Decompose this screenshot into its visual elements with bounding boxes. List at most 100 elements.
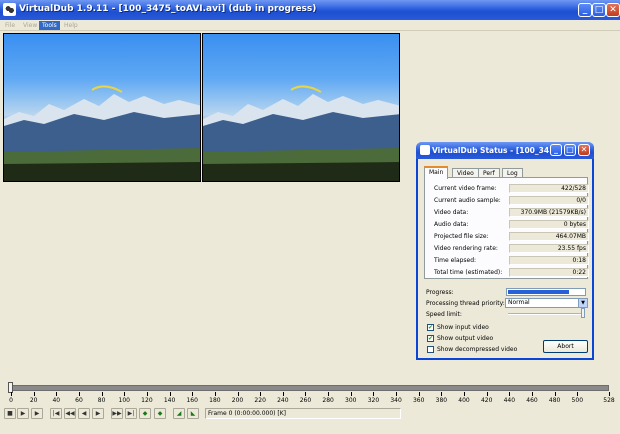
maximize-button[interactable]: □ [592, 3, 606, 17]
timeline-tick-label: 480 [548, 397, 561, 404]
stat-value: 0:18 [509, 256, 589, 265]
timeline-tick-label: 420 [480, 397, 493, 404]
tab-main[interactable]: Main [424, 166, 449, 179]
stat-row: Current video frame: 422/528 [434, 184, 589, 194]
show-input-video-checkbox[interactable]: ✔ [427, 324, 434, 331]
play-output-button[interactable]: ▶ [31, 408, 43, 419]
stat-label: Time elapsed: [434, 257, 477, 264]
stat-value: 0 bytes [509, 220, 589, 229]
stat-value: 0/0 [509, 196, 589, 205]
timeline-tick-label: 340 [390, 397, 402, 404]
timeline-tick [124, 392, 126, 396]
timeline-tick [101, 392, 103, 396]
timeline-tick-label: 460 [526, 397, 538, 404]
timeline-tick [328, 392, 330, 396]
timeline-track[interactable] [9, 385, 609, 391]
progress-fill [508, 290, 569, 294]
landscape-image [4, 85, 200, 181]
stat-value: 464.07MB [509, 232, 589, 241]
timeline-tick-label: 40 [52, 397, 61, 404]
virtualdub-app-icon[interactable] [3, 3, 16, 16]
next-button[interactable]: ▶ [92, 408, 104, 419]
output-video-pane[interactable] [202, 33, 400, 182]
timeline-tick [282, 392, 284, 396]
speed-limit-thumb[interactable] [581, 308, 585, 318]
menu-tools[interactable]: Tools [39, 21, 60, 30]
timeline-tick [214, 392, 216, 396]
priority-select[interactable]: Normal ▼ [505, 298, 588, 308]
show-decompressed-video-checkbox[interactable] [427, 346, 434, 353]
stat-label: Video rendering rate: [434, 245, 498, 252]
mark-out-button[interactable]: ◣ [187, 408, 199, 419]
stat-value: 0:22 [509, 268, 589, 277]
timeline-tick-label: 400 [458, 397, 470, 404]
speed-limit-slider[interactable] [508, 313, 584, 315]
timeline-tick [554, 392, 556, 396]
menu-bar: File View Tools Help [0, 20, 620, 31]
timeline-tick-label: 528 [603, 397, 615, 404]
next-key-button[interactable]: ▶▶ [111, 408, 123, 419]
dialog-close-button[interactable]: ✕ [578, 144, 590, 156]
menu-help[interactable]: Help [61, 21, 81, 30]
start-button[interactable]: |◀ [50, 408, 62, 419]
timeline-tick-label: 120 [141, 397, 153, 404]
virtualdub-app-icon[interactable] [420, 145, 430, 155]
timeline-tick [441, 392, 443, 396]
timeline-tick [260, 392, 262, 396]
speed-limit-label: Speed limit: [426, 311, 462, 318]
stat-row: Current audio sample: 0/0 [434, 196, 589, 206]
show-decompressed-video-label[interactable]: Show decompressed video [437, 346, 517, 353]
stop-button[interactable]: ■ [4, 408, 16, 419]
close-button[interactable]: ✕ [606, 3, 620, 17]
timeline-tick-label: 380 [435, 397, 448, 404]
timeline-tick [237, 392, 239, 396]
timeline-tick-label: 0 [9, 397, 13, 404]
timeline-tick [464, 392, 466, 396]
timeline-tick [146, 392, 148, 396]
stat-row: Projected file size: 464.07MB [434, 232, 589, 242]
priority-label: Processing thread priority: [426, 300, 505, 307]
timeline-tick [509, 392, 511, 396]
show-output-video-checkbox[interactable]: ✔ [427, 335, 434, 342]
scene-next-button[interactable]: ◆ [154, 408, 166, 419]
show-output-video-label[interactable]: Show output video [437, 335, 493, 342]
menu-view[interactable]: View [20, 21, 40, 30]
timeline-tick-label: 100 [118, 397, 130, 404]
timeline-tick [169, 392, 171, 396]
dialog-minimize-button[interactable]: _ [550, 144, 562, 156]
progress-bar [506, 288, 586, 296]
stat-label: Audio data: [434, 221, 469, 228]
chevron-down-icon[interactable]: ▼ [578, 299, 587, 307]
timeline-tick-label: 60 [75, 397, 83, 404]
status-dialog-title: VirtualDub Status - [100_34... [432, 146, 558, 155]
prev-button[interactable]: ◀ [78, 408, 90, 419]
input-video-pane[interactable] [3, 33, 201, 182]
play-input-button[interactable]: ▶ [17, 408, 29, 419]
main-title-bar[interactable]: VirtualDub 1.9.11 - [100_3475_toAVI.avi]… [0, 0, 620, 20]
dialog-maximize-button[interactable]: □ [564, 144, 576, 156]
stat-row: Time elapsed: 0:18 [434, 256, 589, 266]
mark-in-button[interactable]: ◢ [173, 408, 185, 419]
prev-key-button[interactable]: ◀◀ [64, 408, 76, 419]
main-tab-panel: Current video frame: 422/528 Current aud… [424, 177, 589, 279]
timeline-tick-label: 80 [97, 397, 106, 404]
menu-file[interactable]: File [2, 21, 18, 30]
timeline-tick-label: 160 [186, 397, 198, 404]
abort-button[interactable]: Abort [543, 340, 588, 353]
minimize-button[interactable]: _ [578, 3, 592, 17]
stat-label: Projected file size: [434, 233, 489, 240]
stat-label: Current audio sample: [434, 197, 501, 204]
show-input-video-label[interactable]: Show input video [437, 324, 489, 331]
scene-prev-button[interactable]: ◆ [139, 408, 151, 419]
landscape-image [203, 85, 399, 181]
stat-value: 422/528 [509, 184, 589, 193]
end-button[interactable]: ▶| [125, 408, 137, 419]
timeline-tick [486, 392, 488, 396]
priority-value: Normal [508, 299, 530, 306]
stat-row: Video data: 370.9MB (21579KB/s) [434, 208, 589, 218]
timeline-tick-label: 260 [299, 397, 312, 404]
status-dialog-title-bar[interactable]: VirtualDub Status - [100_34... _ □ ✕ [416, 142, 594, 159]
timeline-tick [33, 392, 35, 396]
stat-label: Total time (estimated): [434, 269, 503, 276]
timeline-tick-label: 320 [367, 397, 380, 404]
